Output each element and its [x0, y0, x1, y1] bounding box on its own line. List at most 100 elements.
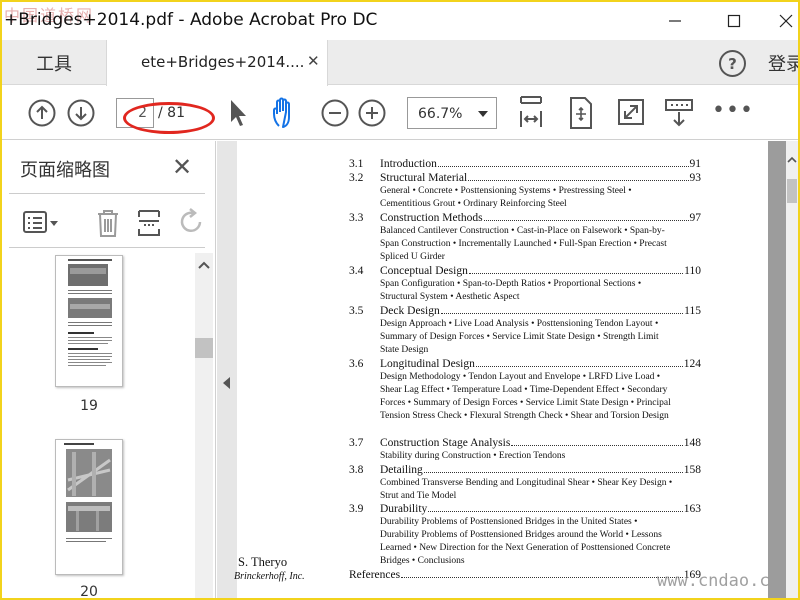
panel-title: 页面缩略图 — [20, 160, 110, 181]
toc-subtopics: Durability Problems of Posttensioned Bri… — [380, 517, 671, 566]
fit-width-button[interactable] — [517, 95, 545, 131]
full-screen-button[interactable] — [617, 98, 645, 126]
toc-references[interactable]: References 169 — [349, 569, 701, 581]
toc-number: 3.9 — [349, 503, 364, 515]
toc-subtopics: Design Approach • Live Load Analysis • P… — [380, 319, 659, 355]
author-affiliation: Brinckerhoff, Inc. — [234, 571, 305, 582]
maximize-icon — [727, 14, 741, 28]
leader-dots — [483, 220, 689, 221]
read-mode-button[interactable] — [664, 98, 694, 128]
zoom-dropdown[interactable]: 66.7% — [407, 97, 497, 129]
toc-entry[interactable]: 3.6 Longitudinal Design 124 Design Methodol… — [349, 358, 701, 423]
toc-entry[interactable]: 3.2 Structural Material 93 General • Concre… — [349, 172, 701, 211]
panel-collapse-strip[interactable] — [217, 141, 237, 598]
toc-subtopics: Span Configuration • Span-to-Depth Ratio… — [380, 279, 642, 302]
toc-page: 97 — [689, 212, 702, 224]
prev-page-button[interactable] — [28, 99, 56, 127]
leader-dots — [511, 445, 683, 446]
toc-title: Conceptual Design — [380, 265, 468, 277]
next-page-button[interactable] — [67, 99, 95, 127]
leader-dots — [475, 366, 683, 367]
thumbnail-scrollbar[interactable] — [195, 253, 213, 598]
minimize-button[interactable] — [657, 8, 693, 34]
toc-number: 3.6 — [349, 358, 364, 370]
toc-subtopics: General • Concrete • Posttensioning Syst… — [380, 186, 632, 209]
page-rotate-icon — [570, 97, 592, 129]
insert-page-button[interactable] — [136, 208, 162, 238]
chevron-left-icon[interactable] — [223, 377, 230, 389]
toc-page: 110 — [684, 265, 701, 277]
tab-tools[interactable]: 工具 — [2, 40, 106, 85]
divider — [9, 247, 205, 248]
toc-page: 124 — [683, 358, 701, 370]
toc-title: Construction Stage Analysis — [380, 437, 511, 449]
scrollbar-thumb[interactable] — [787, 179, 797, 203]
expand-icon — [618, 99, 644, 125]
toc-title: Deck Design — [380, 305, 440, 317]
thumbnail-options-button[interactable] — [23, 209, 59, 237]
toc-entry[interactable]: 3.1 Introduction 91 — [349, 158, 701, 171]
toc-page: 91 — [689, 158, 702, 170]
toc-title: Construction Methods — [380, 212, 483, 224]
toc-entry[interactable]: 3.4 Conceptual Design 110 Span Configuratio… — [349, 265, 701, 304]
minimize-icon — [669, 20, 681, 22]
insert-page-icon — [138, 210, 160, 236]
leader-dots — [428, 511, 683, 512]
zoom-out-icon — [321, 99, 349, 127]
arrow-up-circle-icon — [28, 99, 56, 127]
leader-dots — [423, 472, 683, 473]
rotate-page-button[interactable] — [178, 208, 206, 238]
close-panel-icon[interactable]: ✕ — [172, 153, 192, 181]
toc-page: 158 — [683, 464, 701, 476]
zoom-value: 66.7% — [418, 106, 463, 122]
toc-entry[interactable]: 3.7 Construction Stage Analysis 148 Stabili… — [349, 437, 701, 463]
page-thumbnail[interactable] — [55, 255, 123, 387]
toc-entry[interactable]: 3.3 Construction Methods 97 Balanced Cantil… — [349, 212, 701, 264]
toc-title: Durability — [380, 503, 428, 515]
leader-dots — [468, 180, 689, 181]
toc-entry[interactable]: 3.8 Detailing 158 Combined Transverse Bendi… — [349, 464, 701, 503]
leader-dots — [440, 313, 684, 314]
rotate-view-button[interactable] — [568, 96, 594, 130]
highlight-ellipse-annotation — [123, 102, 215, 134]
close-window-button[interactable] — [768, 8, 798, 34]
document-scrollbar[interactable] — [786, 141, 798, 598]
thumbnail-list: 19 20 — [9, 253, 197, 598]
zoom-out-button[interactable] — [321, 99, 349, 127]
scrollbar-thumb[interactable] — [195, 338, 213, 358]
page-gutter — [768, 141, 786, 598]
help-icon[interactable]: ? — [719, 50, 746, 77]
arrow-down-circle-icon — [67, 99, 95, 127]
app-window: 中国道桥网 +Bridges+2014.pdf - Adobe Acrobat … — [0, 0, 800, 600]
toc-title: Longitudinal Design — [380, 358, 475, 370]
close-tab-icon[interactable]: ✕ — [307, 52, 320, 70]
toc-number: 3.1 — [349, 158, 364, 170]
toc-number: 3.8 — [349, 464, 364, 476]
toc-number: 3.4 — [349, 265, 364, 277]
fit-width-icon — [520, 96, 542, 127]
title-bar: 中国道桥网 +Bridges+2014.pdf - Adobe Acrobat … — [2, 2, 798, 40]
page-thumbnail[interactable] — [55, 439, 123, 575]
hand-icon — [273, 97, 290, 128]
more-tools-icon[interactable]: ••• — [712, 98, 754, 123]
toc-subtopics: Stability during Construction • Erection… — [380, 451, 566, 461]
toc-title: Structural Material — [380, 172, 468, 184]
author-name: S. Theryo — [238, 555, 288, 569]
toc-page: 115 — [684, 305, 701, 317]
delete-pages-button[interactable] — [95, 208, 121, 238]
tab-document[interactable]: ete+Bridges+2014.... ✕ — [106, 40, 328, 86]
keyboard-scroll-icon — [665, 99, 693, 127]
select-tool-button[interactable] — [228, 98, 248, 128]
toc-entry[interactable]: 3.5 Deck Design 115 Design Approach • Live … — [349, 305, 701, 357]
zoom-in-button[interactable] — [358, 99, 386, 127]
toc-subtopics: Design Methodology • Tendon Layout and E… — [380, 372, 671, 421]
toc-number: 3.7 — [349, 437, 364, 449]
leader-dots — [401, 577, 683, 578]
hand-tool-button[interactable] — [270, 96, 302, 130]
toc-entry[interactable]: 3.9 Durability 163 Durability Problems of P… — [349, 503, 701, 568]
toolbar: 2 / 81 66.7% ••• — [2, 86, 798, 140]
maximize-button[interactable] — [716, 8, 752, 34]
window-title: +Bridges+2014.pdf - Adobe Acrobat Pro DC — [4, 10, 378, 30]
tab-bar: 工具 ete+Bridges+2014.... ✕ ? 登录 — [2, 40, 798, 86]
signin-link[interactable]: 登录 — [768, 50, 798, 76]
